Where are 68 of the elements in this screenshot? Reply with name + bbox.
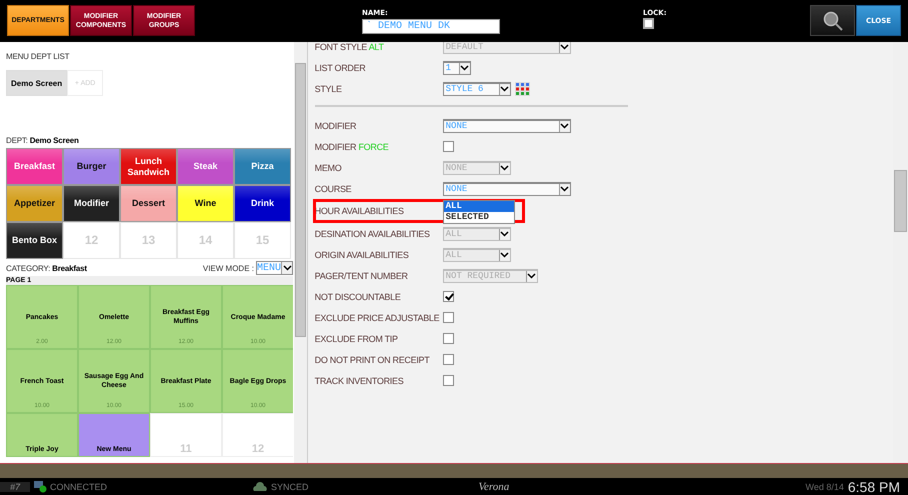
field-label: EXCLUDE PRICE ADJUSTABLE bbox=[314, 312, 440, 322]
lock-checkbox[interactable] bbox=[643, 18, 654, 29]
field-label: MEMO bbox=[314, 162, 342, 172]
dropdown-option[interactable]: SELECTED bbox=[444, 212, 514, 222]
connection-status: CONNECTED bbox=[50, 482, 108, 492]
field-label: DESINATION AVAILABILITIES bbox=[314, 228, 431, 238]
select-field[interactable]: STYLE 6 bbox=[442, 82, 511, 96]
department-tile[interactable]: Wine bbox=[177, 185, 234, 222]
department-tile[interactable]: Steak bbox=[177, 148, 234, 185]
department-tile[interactable]: Dessert bbox=[120, 185, 177, 222]
checkbox[interactable] bbox=[442, 141, 454, 152]
caret-icon bbox=[498, 162, 510, 174]
field-label: PAGER/TENT NUMBER bbox=[314, 270, 409, 280]
department-tile[interactable]: Drink bbox=[234, 185, 291, 222]
checkbox[interactable] bbox=[442, 312, 454, 323]
caret-icon bbox=[498, 228, 510, 240]
cloud-icon bbox=[252, 482, 268, 492]
caret-icon bbox=[558, 120, 570, 132]
caret-icon bbox=[498, 250, 510, 260]
section-title: MENU DEPT LIST bbox=[6, 52, 70, 61]
department-tile[interactable]: Modifier bbox=[63, 185, 120, 222]
select-field[interactable]: NONE bbox=[442, 182, 571, 196]
dept-label: DEPT: Demo Screen bbox=[6, 136, 80, 145]
field-label: COURSE bbox=[314, 184, 352, 194]
date-text: Wed 8/14 bbox=[805, 482, 844, 492]
search-button[interactable] bbox=[810, 5, 855, 36]
field-label: STYLE bbox=[314, 84, 343, 94]
department-tile[interactable]: Lunch Sandwich bbox=[120, 148, 177, 185]
department-tile[interactable]: Bento Box bbox=[6, 222, 63, 259]
select-field[interactable]: NONE bbox=[442, 118, 571, 132]
checkbox[interactable] bbox=[442, 291, 454, 302]
dept-list-item[interactable]: Demo Screen bbox=[6, 70, 68, 96]
field-label: ORIGIN AVAILABILITIES bbox=[314, 250, 410, 260]
field-label: NOT DISCOUNTABLE bbox=[314, 292, 402, 302]
category-label: CATEGORY: Breakfast bbox=[6, 264, 87, 272]
scrollbar[interactable] bbox=[294, 42, 307, 463]
field-label: FONT STYLE ALT bbox=[314, 42, 385, 52]
field-label: TRACK INVENTORIES bbox=[314, 376, 404, 386]
caret-icon bbox=[526, 270, 537, 282]
dropdown-list[interactable]: ALL SELECTED bbox=[442, 200, 515, 224]
field-label: LIST ORDER bbox=[314, 62, 367, 72]
caret-icon bbox=[498, 84, 510, 94]
field-label: EXCLUDE FROM TIP bbox=[314, 334, 399, 344]
department-tile[interactable]: Breakfast bbox=[6, 148, 63, 185]
field-label: MODIFIER bbox=[314, 120, 358, 130]
checkbox[interactable] bbox=[442, 333, 454, 344]
color-grid-icon[interactable] bbox=[514, 82, 530, 96]
scrollbar[interactable] bbox=[893, 42, 908, 463]
department-tile[interactable]: Pizza bbox=[234, 148, 291, 185]
department-tile[interactable]: Appetizer bbox=[6, 185, 63, 222]
department-tile[interactable]: Burger bbox=[63, 148, 120, 185]
checkbox[interactable] bbox=[442, 375, 454, 386]
terminal-number: #7 bbox=[0, 482, 30, 492]
sync-status: SYNCED bbox=[271, 482, 309, 492]
checkbox[interactable] bbox=[442, 354, 454, 365]
network-icon bbox=[33, 480, 47, 493]
dropdown-option[interactable]: ALL bbox=[444, 200, 514, 212]
clock-time: 6:58 PM bbox=[848, 478, 900, 494]
field-label: MODIFIER FORCE bbox=[314, 142, 390, 152]
caret-icon bbox=[558, 184, 570, 194]
view-mode-select[interactable]: MENU bbox=[256, 261, 293, 275]
field-label: DO NOT PRINT ON RECEIPT bbox=[314, 354, 430, 364]
select-field[interactable]: 1 bbox=[442, 60, 471, 74]
brand-name: Verona bbox=[478, 480, 510, 492]
caret-icon bbox=[458, 62, 470, 74]
view-mode-label: VIEW MODE : bbox=[202, 264, 254, 272]
name-field[interactable]: ` DEMO MENU DK bbox=[362, 19, 500, 34]
caret-icon bbox=[281, 262, 292, 274]
